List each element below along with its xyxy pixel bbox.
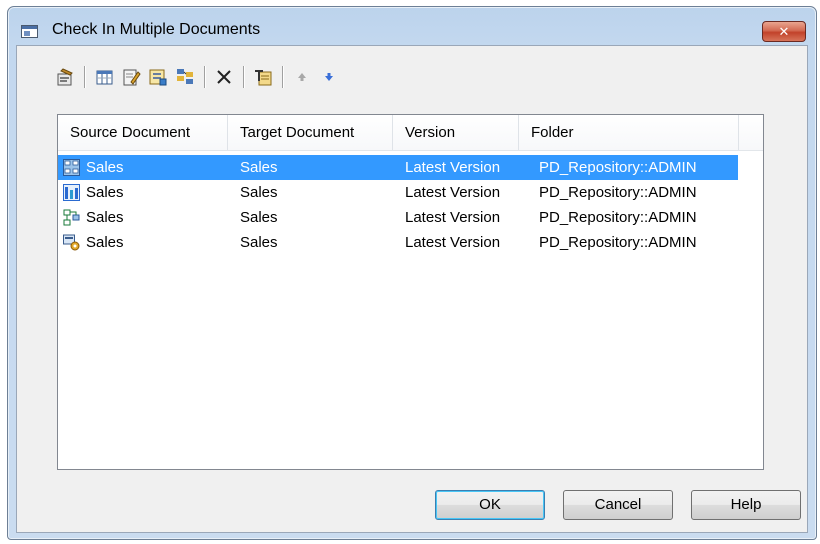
dialog-body: Source Document Target Document Version … xyxy=(16,45,808,533)
ok-button[interactable]: OK xyxy=(435,490,545,520)
version-cell: Latest Version xyxy=(405,209,501,226)
table-row[interactable]: Sales Sales Latest Version PD_Repository… xyxy=(58,180,738,205)
version-cell: Latest Version xyxy=(405,184,501,201)
add-document-icon[interactable] xyxy=(146,65,170,89)
check-in-dialog: Check In Multiple Documents ✕ Source Doc… xyxy=(7,6,817,540)
column-header-version[interactable]: Version xyxy=(393,115,519,150)
folder-cell: PD_Repository::ADMIN xyxy=(539,234,697,251)
column-header-target-document[interactable]: Target Document xyxy=(228,115,393,150)
version-cell: Latest Version xyxy=(405,234,501,251)
find-icon[interactable] xyxy=(251,65,275,89)
toolbar xyxy=(53,64,344,90)
window-title: Check In Multiple Documents xyxy=(52,21,261,38)
delete-icon[interactable] xyxy=(212,65,236,89)
list-header: Source Document Target Document Version … xyxy=(58,115,763,151)
table-row[interactable]: Sales Sales Latest Version PD_Repository… xyxy=(58,205,738,230)
add-model-icon[interactable] xyxy=(173,65,197,89)
target-document-cell: Sales xyxy=(240,209,278,226)
cancel-button[interactable]: Cancel xyxy=(563,490,673,520)
column-header-folder[interactable]: Folder xyxy=(519,115,739,150)
version-cell: Latest Version xyxy=(405,159,501,176)
title-bar[interactable]: Check In Multiple Documents ✕ xyxy=(8,7,816,45)
table-row[interactable]: Sales Sales Latest Version PD_Repository… xyxy=(58,230,738,255)
process-model-icon xyxy=(63,209,80,226)
target-document-cell: Sales xyxy=(240,159,278,176)
folder-cell: PD_Repository::ADMIN xyxy=(539,184,697,201)
toolbar-separator xyxy=(84,66,85,88)
window-icon xyxy=(21,25,38,38)
help-button[interactable]: Help xyxy=(691,490,801,520)
source-document-cell: Sales xyxy=(86,184,124,201)
folder-cell: PD_Repository::ADMIN xyxy=(539,159,697,176)
column-header-filler xyxy=(739,115,764,150)
move-down-icon[interactable] xyxy=(317,65,341,89)
source-document-cell: Sales xyxy=(86,209,124,226)
data-model-icon xyxy=(63,159,80,176)
target-document-cell: Sales xyxy=(240,234,278,251)
move-up-icon[interactable] xyxy=(290,65,314,89)
deployment-model-icon xyxy=(63,234,80,251)
business-model-icon xyxy=(63,184,80,201)
documents-list[interactable]: Source Document Target Document Version … xyxy=(57,114,764,470)
toolbar-separator xyxy=(282,66,283,88)
properties-icon[interactable] xyxy=(53,65,77,89)
target-document-cell: Sales xyxy=(240,184,278,201)
source-document-cell: Sales xyxy=(86,159,124,176)
column-header-source-document[interactable]: Source Document xyxy=(58,115,228,150)
select-columns-icon[interactable] xyxy=(92,65,116,89)
close-button[interactable]: ✕ xyxy=(762,21,806,42)
source-document-cell: Sales xyxy=(86,234,124,251)
toolbar-separator xyxy=(204,66,205,88)
toolbar-separator xyxy=(243,66,244,88)
table-row[interactable]: Sales Sales Latest Version PD_Repository… xyxy=(58,155,738,180)
folder-cell: PD_Repository::ADMIN xyxy=(539,209,697,226)
edit-icon[interactable] xyxy=(119,65,143,89)
